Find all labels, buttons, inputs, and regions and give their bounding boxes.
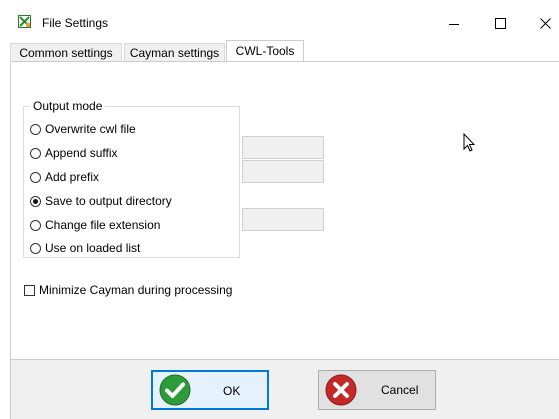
radio-circle[interactable] — [30, 219, 41, 231]
suffix-input[interactable] — [242, 136, 324, 159]
x-icon — [325, 374, 357, 406]
radio-circle[interactable] — [30, 123, 41, 135]
maximize-icon — [495, 18, 506, 29]
radio-circle[interactable] — [30, 242, 41, 254]
radio-change-file-extension[interactable]: Change file extension — [30, 217, 160, 233]
radio-save-to-output-directory[interactable]: Save to output directory — [30, 193, 172, 209]
file-settings-app-icon — [18, 15, 31, 28]
tab-common-settings[interactable]: Common settings — [10, 43, 122, 61]
radio-circle[interactable] — [30, 147, 41, 159]
radio-label: Append suffix — [45, 146, 118, 160]
radio-append-suffix[interactable]: Append suffix — [30, 145, 118, 161]
dialog-button-bar — [10, 359, 559, 419]
radio-use-on-loaded-list[interactable]: Use on loaded list — [30, 240, 140, 256]
title-bar: File Settings — [0, 0, 559, 40]
minimize-icon — [449, 24, 459, 25]
checkbox-label: Minimize Cayman during processing — [39, 283, 233, 297]
ok-button-label: OK — [223, 384, 241, 398]
extension-input[interactable] — [242, 208, 324, 231]
tab-cayman-settings[interactable]: Cayman settings — [124, 43, 225, 61]
radio-circle[interactable] — [30, 171, 41, 183]
minimize-during-processing-checkbox[interactable] — [24, 284, 35, 296]
ok-button[interactable]: OK — [151, 370, 269, 410]
cancel-button[interactable]: Cancel — [318, 370, 436, 410]
radio-circle-selected[interactable] — [30, 195, 41, 207]
prefix-input[interactable] — [242, 160, 324, 183]
close-icon — [540, 18, 551, 29]
close-button[interactable] — [513, 8, 559, 38]
file-settings-window: File Settings Common settings Cayman set… — [0, 0, 559, 419]
tab-cwl-tools[interactable]: CWL-Tools — [226, 40, 304, 62]
radio-label: Add prefix — [45, 170, 100, 184]
minimize-button[interactable] — [431, 8, 477, 38]
radio-label: Use on loaded list — [45, 241, 141, 255]
radio-overwrite-cwl-file[interactable]: Overwrite cwl file — [30, 121, 136, 137]
output-mode-legend: Output mode — [30, 99, 106, 113]
radio-add-prefix[interactable]: Add prefix — [30, 169, 99, 185]
cancel-button-label: Cancel — [381, 383, 419, 397]
mouse-pointer-icon — [463, 133, 475, 152]
tab-strip: Common settings Cayman settings CWL-Tool… — [10, 40, 559, 62]
radio-label: Change file extension — [45, 218, 161, 232]
checkmark-icon — [159, 374, 191, 406]
window-title: File Settings — [42, 16, 109, 30]
radio-label: Overwrite cwl file — [45, 122, 136, 136]
radio-label: Save to output directory — [45, 194, 172, 208]
minimize-during-processing-option[interactable]: Minimize Cayman during processing — [24, 282, 232, 298]
radio-selected-dot — [33, 198, 38, 204]
